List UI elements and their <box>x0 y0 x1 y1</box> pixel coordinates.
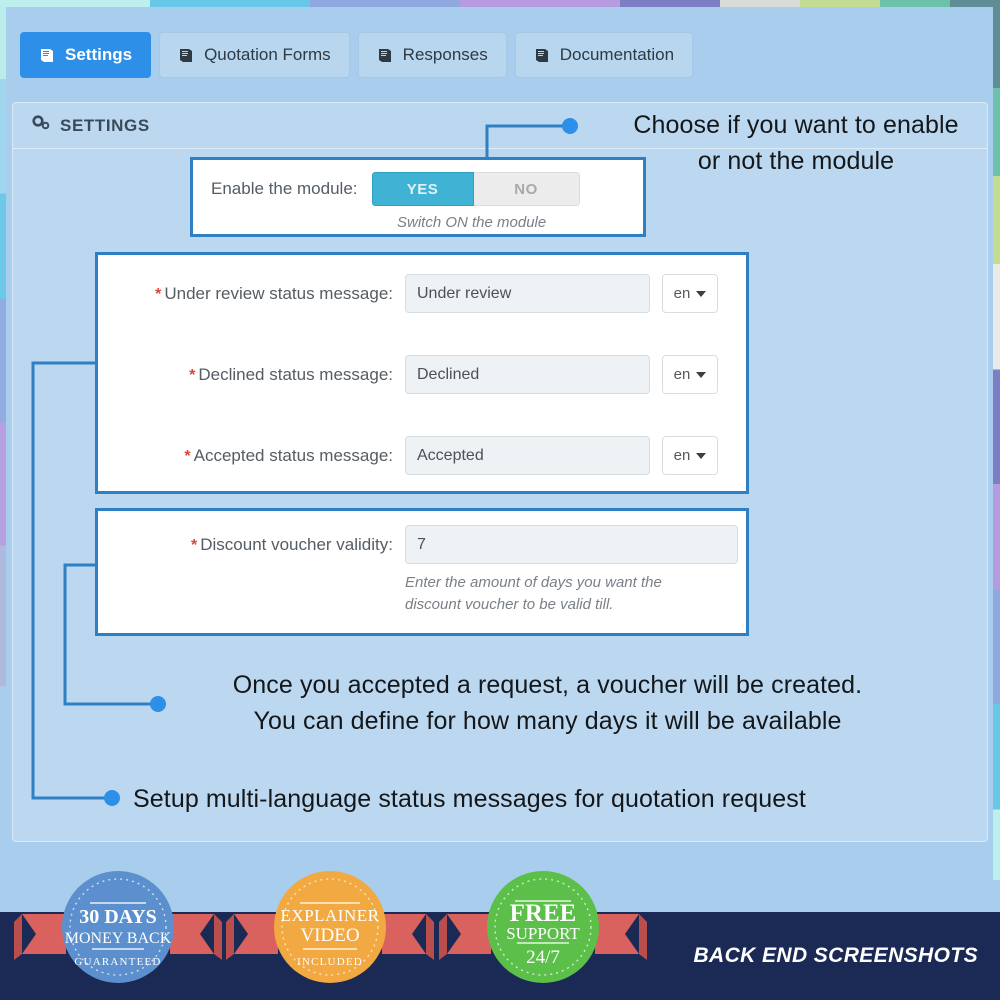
badge-line-1: FREE <box>510 900 577 927</box>
form-row-declined: * Declined status message: Declined en <box>98 313 746 394</box>
enable-module-label: Enable the module: <box>211 179 358 198</box>
tab-responses[interactable]: Responses <box>357 32 507 78</box>
field-label: Under review status message: <box>164 283 393 303</box>
badge-line-2: VIDEO <box>300 925 359 946</box>
screenshot-root: Settings Quotation Forms Responses Docum… <box>0 0 1000 1000</box>
book-icon <box>39 48 56 63</box>
book-icon <box>178 48 195 63</box>
language-selector-under-review[interactable]: en <box>662 274 718 313</box>
language-code: en <box>673 285 691 302</box>
voucher-hint-line-1: Enter the amount of days you want the <box>405 574 662 591</box>
badge-line-2: MONEY BACK <box>65 930 172 947</box>
annotation-line: You can define for how many days it will… <box>253 706 842 735</box>
badge-line-3: GUARANTEED <box>74 956 161 968</box>
chevron-down-icon <box>696 371 707 378</box>
badge-line-3: INCLUDED <box>297 956 363 968</box>
toggle-yes-button[interactable]: YES <box>371 172 474 206</box>
tab-label: Settings <box>65 45 133 64</box>
tab-label: Documentation <box>559 45 675 64</box>
enable-module-card: Enable the module: YES NO Switch ON the … <box>190 157 646 237</box>
form-row-accepted: * Accepted status message: Accepted en <box>98 394 746 475</box>
gears-icon <box>31 115 51 136</box>
tab-bar: Settings Quotation Forms Responses Docum… <box>20 32 694 78</box>
badge-line-1: EXPLAINER <box>281 906 380 925</box>
enable-module-toggle[interactable]: YES NO <box>371 172 580 206</box>
annotation-line: or not the module <box>697 146 895 175</box>
decorative-top-strip <box>0 0 1000 7</box>
decorative-left-strip <box>0 0 6 880</box>
field-label: Discount voucher validity: <box>200 534 393 554</box>
required-marker: * <box>155 285 162 303</box>
declined-message-input[interactable]: Declined <box>405 355 650 394</box>
badge-money-back: 30 DAYS MONEY BACK GUARANTEED <box>14 871 222 983</box>
language-code: en <box>673 447 691 464</box>
voucher-validity-input[interactable]: 7 <box>405 525 738 564</box>
tab-label: Responses <box>402 45 488 64</box>
badge-explainer-video: EXPLAINER VIDEO INCLUDED <box>226 871 434 983</box>
chevron-down-icon <box>696 452 707 459</box>
chevron-down-icon <box>696 290 707 297</box>
page-title: SETTINGS <box>60 115 150 135</box>
book-icon <box>534 48 551 63</box>
badge-line-3: 24/7 <box>526 947 560 968</box>
tab-settings[interactable]: Settings <box>20 32 152 78</box>
tab-label: Quotation Forms <box>204 45 331 64</box>
field-label: Declined status message: <box>198 364 393 384</box>
form-row-under-review: * Under review status message: Under revi… <box>98 255 746 313</box>
decorative-right-strip <box>993 0 1000 880</box>
annotation-line: Once you accepted a request, a voucher w… <box>232 671 863 699</box>
annotation-enable-module: Choose if you want to enable or not the … <box>596 108 996 179</box>
annotation-multilanguage: Setup multi-language status messages for… <box>133 782 933 818</box>
badge-line-1: 30 DAYS <box>79 906 157 928</box>
discount-voucher-card: * Discount voucher validity: 7 Enter the … <box>95 508 749 636</box>
trust-badges: 30 DAYS MONEY BACK GUARANTEED EXPLAINER … <box>14 871 647 983</box>
tab-quotation-forms[interactable]: Quotation Forms <box>159 32 350 78</box>
accepted-message-input[interactable]: Accepted <box>405 436 650 475</box>
badge-free-support: FREE SUPPORT 24/7 <box>439 871 647 983</box>
toggle-no-button[interactable]: NO <box>473 172 580 206</box>
voucher-hint-line-2: discount voucher to be valid till. <box>405 595 614 613</box>
enable-module-hint: Switch ON the module <box>397 214 547 231</box>
status-messages-card: * Under review status message: Under revi… <box>95 252 749 494</box>
required-marker: * <box>184 447 191 465</box>
book-icon <box>377 48 394 63</box>
required-marker: * <box>191 536 198 554</box>
language-selector-accepted[interactable]: en <box>662 436 718 475</box>
annotation-line: Choose if you want to enable <box>633 111 959 139</box>
form-row-voucher-validity: * Discount voucher validity: 7 <box>98 511 746 564</box>
field-label: Accepted status message: <box>193 445 393 465</box>
tab-documentation[interactable]: Documentation <box>514 32 694 78</box>
language-code: en <box>673 366 691 383</box>
language-selector-declined[interactable]: en <box>662 355 718 394</box>
annotation-voucher: Once you accepted a request, a voucher w… <box>175 668 920 739</box>
bottom-bar-label: BACK END SCREENSHOTS <box>693 944 978 967</box>
annotation-line: Setup multi-language status messages for… <box>133 785 806 813</box>
required-marker: * <box>189 366 196 384</box>
under-review-message-input[interactable]: Under review <box>405 274 650 313</box>
badge-line-2: SUPPORT <box>506 924 580 943</box>
